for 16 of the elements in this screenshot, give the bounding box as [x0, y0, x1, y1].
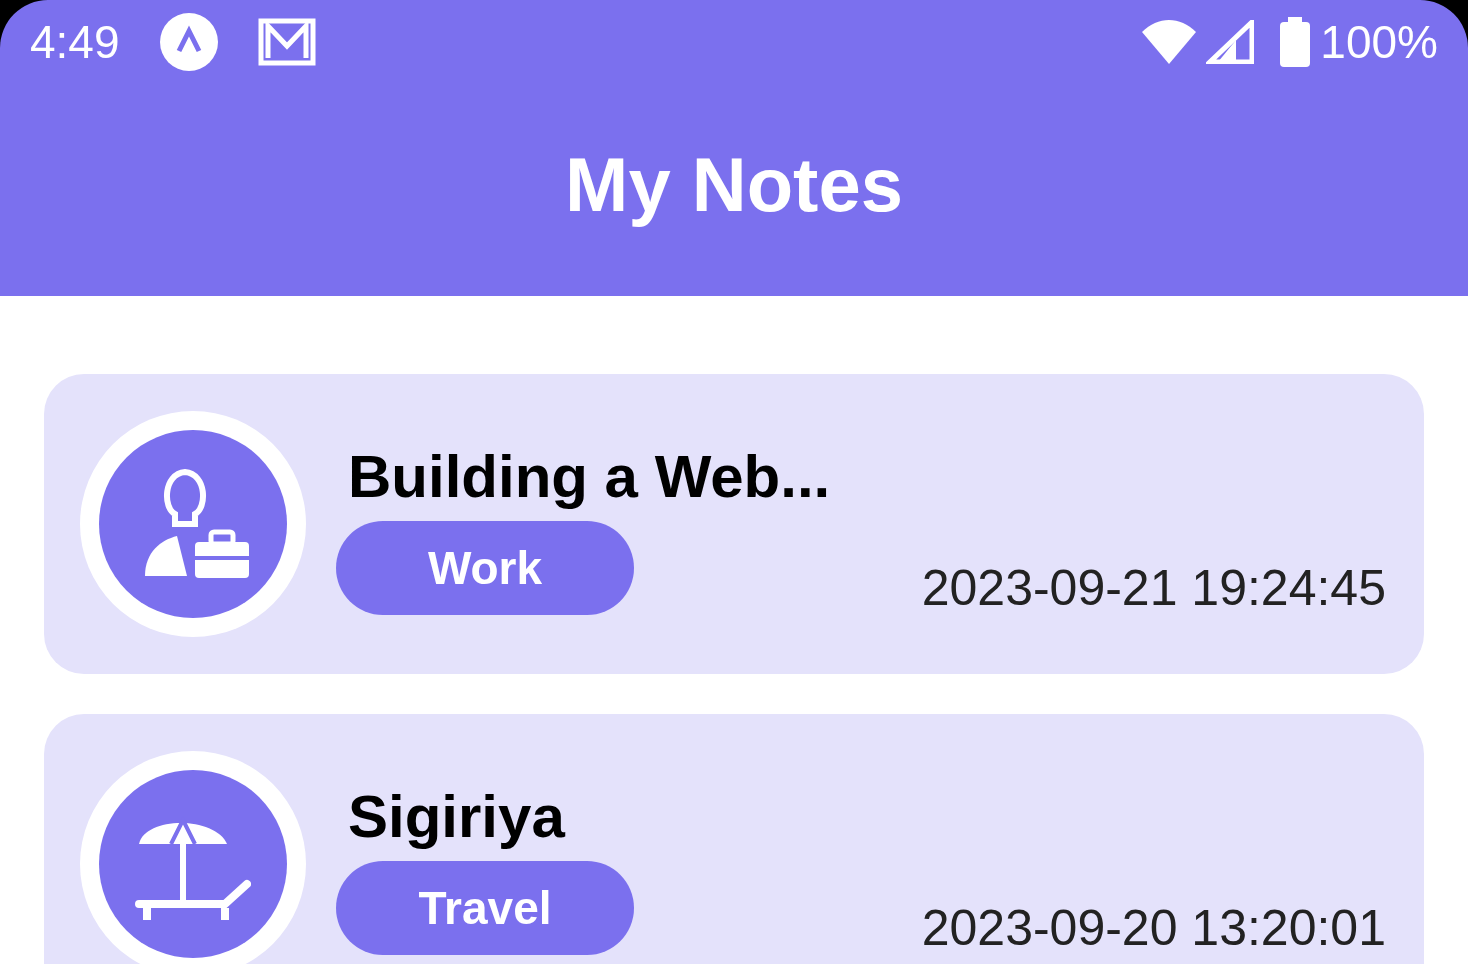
category-tag: Work	[336, 521, 634, 615]
note-title: Sigiriya	[347, 782, 567, 852]
note-title: Building a Web...	[347, 442, 831, 512]
battery-icon	[1280, 17, 1311, 67]
page-title: My Notes	[565, 141, 903, 229]
note-timestamp: 2023-09-21 19:24:45	[921, 559, 1386, 618]
cell-signal-icon	[1206, 20, 1255, 64]
chevron-circle-icon	[159, 13, 218, 71]
status-time: 4:49	[30, 14, 120, 70]
battery-percentage: 100%	[1320, 14, 1438, 70]
wifi-icon	[1142, 20, 1197, 64]
note-card[interactable]: Building a Web... Work 2023-09-21 19:24:45	[44, 374, 1424, 674]
note-timestamp: 2023-09-20 13:20:01	[921, 899, 1386, 958]
category-tag: Travel	[336, 861, 634, 955]
note-card[interactable]: Sigiriya Travel 2023-09-20 13:20:01	[44, 714, 1424, 964]
mail-icon	[257, 18, 316, 66]
